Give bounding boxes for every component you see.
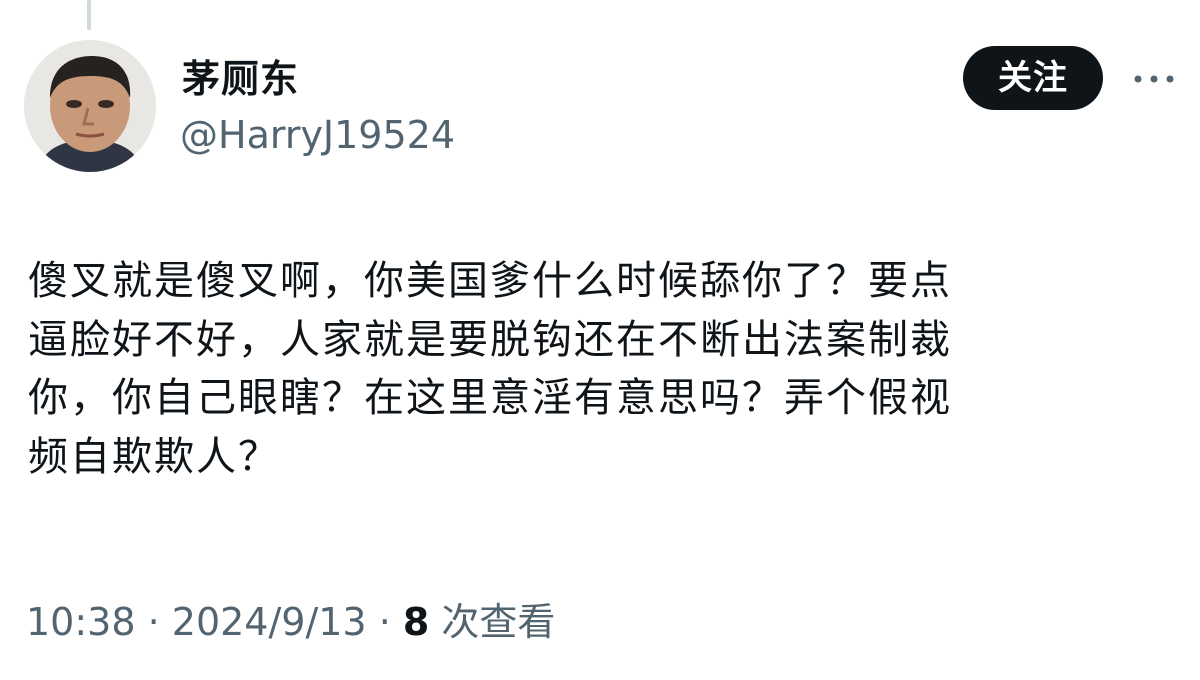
views-count: 8 xyxy=(402,600,430,644)
tweet-text: 傻叉就是傻叉啊，你美国爹什么时候舔你了？要点 逼脸好不好，人家就是要脱钩还在不断… xyxy=(28,252,1158,486)
meta-separator: · xyxy=(366,600,403,644)
tweet-text-line: 逼脸好不好，人家就是要脱钩还在不断出法案制裁 xyxy=(28,316,952,363)
avatar-image xyxy=(24,40,156,172)
tweet-text-line: 你，你自己眼瞎？在这里意淫有意思吗？弄个假视 xyxy=(28,375,952,421)
tweet-time[interactable]: 10:38 xyxy=(26,600,136,644)
more-options-button[interactable] xyxy=(1124,64,1184,94)
tweet-detail: 茅厕东 @HarryJ19524 关注 傻叉就是傻叉啊，你美国爹什么时候舔你了？… xyxy=(0,0,1200,680)
user-handle[interactable]: @HarryJ19524 xyxy=(180,112,455,158)
tweet-text-line: 傻叉就是傻叉啊，你美国爹什么时候舔你了？要点 xyxy=(28,258,952,304)
more-horizontal-icon xyxy=(1134,75,1174,83)
follow-button[interactable]: 关注 xyxy=(963,46,1103,110)
meta-separator: · xyxy=(135,600,172,644)
tweet-meta: 10:38 · 2024/9/13 · 8 次查看 xyxy=(26,598,555,646)
tweet-text-line: 频自欺欺人？ xyxy=(28,433,280,480)
display-name[interactable]: 茅厕东 xyxy=(182,56,299,102)
avatar[interactable] xyxy=(24,40,156,172)
tweet-date[interactable]: 2024/9/13 xyxy=(172,600,367,644)
thread-connector-line xyxy=(87,0,91,30)
views-label: 次查看 xyxy=(441,600,556,644)
